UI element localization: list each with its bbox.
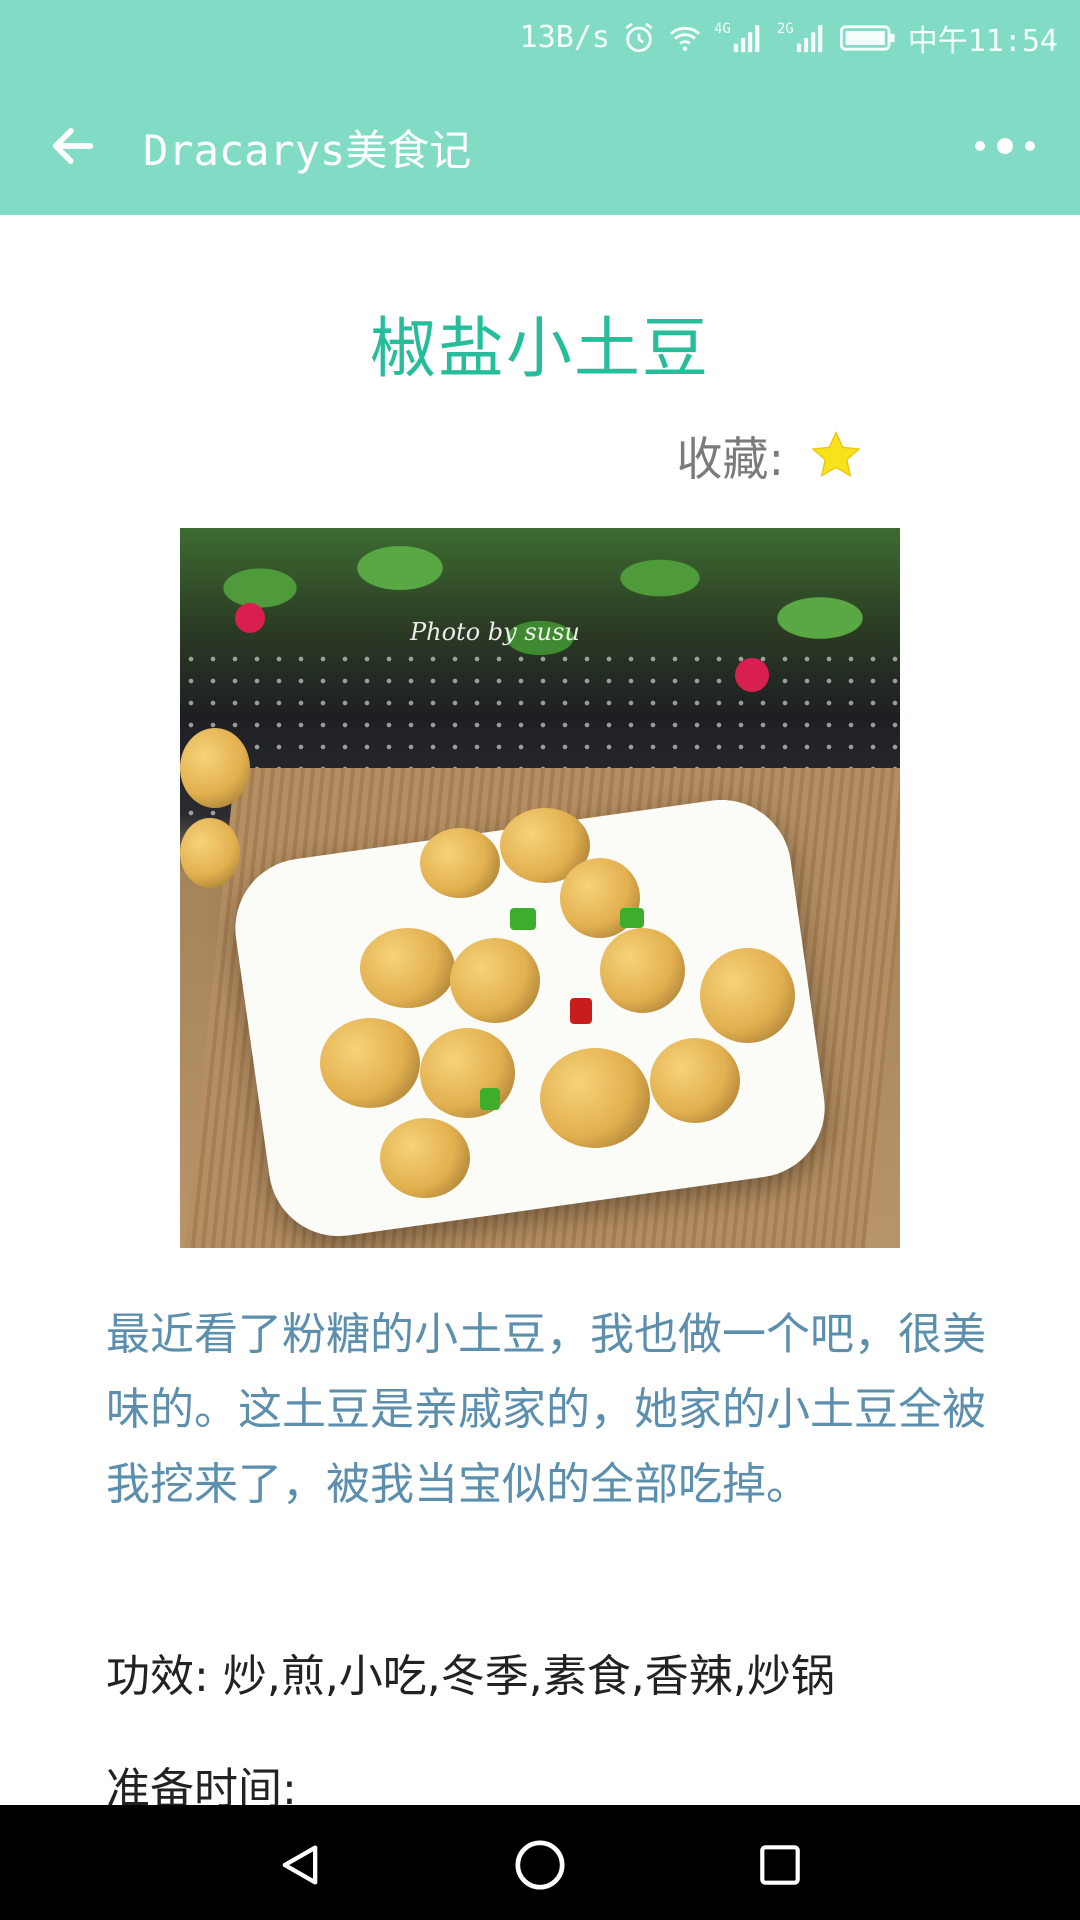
app-title: Dracarys美食记 bbox=[143, 126, 472, 175]
recipe-content[interactable]: 椒盐小土豆 收藏: Photo by susu 最近看了粉糖的小土豆，我也做一个… bbox=[0, 215, 1080, 1805]
recents-square-icon bbox=[760, 1845, 800, 1885]
signal-2g-label: 2G bbox=[776, 20, 794, 37]
photo-potato bbox=[420, 828, 500, 898]
recipe-photo: Photo by susu bbox=[180, 528, 900, 1248]
photo-watermark: Photo by susu bbox=[410, 618, 580, 646]
effects-value: 炒,煎,小吃,冬季,素食,香辣,炒锅 bbox=[222, 1651, 835, 1702]
prep-time-label: 准备时间: bbox=[106, 1764, 297, 1805]
photo-green-pepper bbox=[480, 1088, 500, 1110]
recipe-description: 最近看了粉糖的小土豆，我也做一个吧，很美味的。这土豆是亲戚家的，她家的小土豆全被… bbox=[106, 1309, 986, 1510]
wifi-icon bbox=[669, 26, 701, 51]
photo-potato bbox=[540, 1048, 650, 1148]
favorite-row: 收藏: bbox=[677, 423, 865, 489]
photo-potato bbox=[650, 1038, 740, 1123]
photo-potato bbox=[450, 938, 540, 1023]
photo-potato bbox=[180, 818, 240, 888]
photo-flower bbox=[235, 603, 265, 633]
photo-potato bbox=[380, 1118, 470, 1198]
nav-back-button[interactable] bbox=[265, 1830, 335, 1900]
app-toolbar: Dracarys美食记 bbox=[0, 75, 1080, 215]
effects-label: 功效: bbox=[106, 1651, 209, 1702]
more-dots-icon bbox=[975, 138, 1035, 154]
clock: 中午11:54 bbox=[907, 23, 1058, 59]
photo-red-pepper bbox=[570, 998, 592, 1024]
effects-row: 功效: 炒,煎,小吃,冬季,素食,香辣,炒锅 bbox=[106, 1640, 835, 1704]
photo-green-pepper bbox=[510, 908, 536, 930]
home-circle-icon bbox=[515, 1840, 565, 1890]
photo-potato bbox=[700, 948, 795, 1043]
signal-2g-icon: 2G bbox=[777, 21, 828, 55]
status-bar: 13B/s 4G 2G 中午11:54 bbox=[0, 0, 1080, 75]
photo-flower bbox=[735, 658, 769, 692]
arrow-left-icon bbox=[52, 128, 94, 164]
photo-potato bbox=[360, 928, 455, 1008]
network-speed: 13B/s bbox=[519, 20, 610, 55]
battery-icon bbox=[839, 24, 895, 51]
signal-bars-icon bbox=[733, 24, 760, 52]
recipe-detail-screen: 13B/s 4G 2G 中午11:54 Dracarys美食记 椒盐小土豆 收藏… bbox=[0, 0, 1080, 1920]
photo-potato bbox=[180, 728, 250, 808]
prep-time-row: 准备时间: bbox=[106, 1753, 297, 1805]
back-button[interactable] bbox=[38, 111, 108, 181]
signal-4g-label: 4G bbox=[713, 20, 731, 37]
signal-bars-icon bbox=[796, 24, 823, 52]
recipe-title: 椒盐小土豆 bbox=[370, 310, 710, 387]
photo-green-pepper bbox=[620, 908, 644, 928]
signal-4g-icon: 4G bbox=[714, 21, 765, 55]
star-icon[interactable] bbox=[808, 428, 864, 484]
nav-home-button[interactable] bbox=[505, 1830, 575, 1900]
system-nav-bar bbox=[0, 1805, 1080, 1920]
more-options-button[interactable] bbox=[960, 111, 1050, 181]
nav-recents-button[interactable] bbox=[745, 1830, 815, 1900]
photo-potato bbox=[320, 1018, 420, 1108]
photo-potato bbox=[420, 1028, 515, 1118]
back-triangle-icon bbox=[282, 1845, 318, 1885]
favorite-label: 收藏: bbox=[676, 432, 785, 486]
alarm-icon bbox=[625, 22, 653, 52]
photo-potato bbox=[600, 928, 685, 1013]
